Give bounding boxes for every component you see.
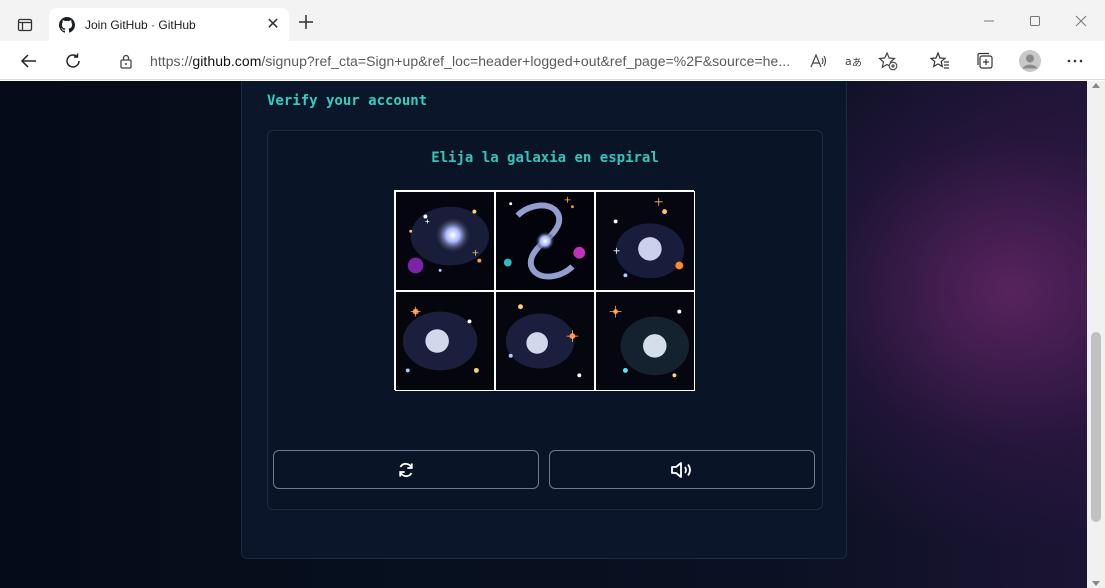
speaker-icon bbox=[671, 461, 691, 478]
refresh-icon bbox=[66, 53, 80, 68]
back-icon bbox=[20, 54, 36, 68]
galaxy-image bbox=[396, 292, 494, 390]
galaxy-image bbox=[396, 192, 494, 290]
close-window-button[interactable] bbox=[1058, 8, 1104, 34]
browser-toolbar: https://github.com/signup?ref_cta=Sign+u… bbox=[0, 41, 1105, 80]
galaxy-tile-4[interactable] bbox=[395, 291, 495, 391]
audio-challenge-button[interactable] bbox=[549, 450, 815, 489]
url-text[interactable]: https://github.com/signup?ref_cta=Sign+u… bbox=[150, 53, 800, 69]
close-icon bbox=[1075, 15, 1087, 27]
minimize-button[interactable] bbox=[966, 8, 1012, 34]
active-tab[interactable]: Join GitHub · GitHub ✕ bbox=[49, 8, 289, 41]
galaxy-tile-5[interactable] bbox=[495, 291, 595, 391]
galaxy-image bbox=[596, 192, 694, 290]
read-aloud-icon bbox=[810, 53, 827, 68]
galaxy-tile-6[interactable] bbox=[595, 291, 695, 391]
plus-icon bbox=[299, 15, 313, 29]
galaxy-image bbox=[496, 292, 594, 390]
url-prefix: https:// bbox=[150, 53, 193, 69]
scroll-down-arrow-icon[interactable] bbox=[1092, 581, 1100, 586]
refresh-challenge-button[interactable] bbox=[273, 450, 539, 489]
scroll-up-arrow-icon[interactable] bbox=[1092, 83, 1100, 88]
add-favorite-button[interactable] bbox=[877, 50, 899, 72]
tab-actions-icon bbox=[17, 18, 33, 32]
galaxy-image bbox=[596, 292, 694, 390]
favorites-icon bbox=[930, 51, 949, 69]
galaxy-tile-2[interactable] bbox=[495, 191, 595, 291]
back-button[interactable] bbox=[15, 47, 43, 75]
more-button[interactable] bbox=[1061, 47, 1089, 75]
reload-icon bbox=[399, 462, 413, 477]
spiral-galaxy-image bbox=[496, 192, 594, 290]
profile-button[interactable] bbox=[1016, 47, 1044, 75]
profile-icon bbox=[1019, 50, 1041, 72]
read-aloud-button[interactable] bbox=[807, 50, 829, 72]
page-scrollbar[interactable] bbox=[1087, 81, 1105, 588]
browser-tab-strip: Join GitHub · GitHub ✕ bbox=[0, 0, 1105, 41]
github-icon bbox=[59, 16, 75, 33]
reload-button[interactable] bbox=[59, 47, 87, 75]
add-favorite-icon bbox=[878, 51, 898, 71]
scroll-thumb[interactable] bbox=[1091, 332, 1101, 522]
collections-button[interactable] bbox=[971, 47, 999, 75]
close-tab-icon[interactable]: ✕ bbox=[265, 16, 281, 33]
translate-button[interactable]: a あ bbox=[842, 50, 864, 72]
svg-text:a: a bbox=[845, 55, 852, 68]
svg-text:あ: あ bbox=[852, 57, 862, 69]
page-heading: Verify your account bbox=[267, 93, 428, 109]
url-host: github.com bbox=[192, 53, 262, 69]
captcha-instruction: Elija la galaxia en espiral bbox=[431, 150, 659, 166]
maximize-icon bbox=[1030, 16, 1040, 26]
maximize-button[interactable] bbox=[1012, 8, 1058, 34]
address-bar[interactable]: https://github.com/signup?ref_cta=Sign+u… bbox=[101, 46, 912, 76]
minimize-icon bbox=[984, 20, 994, 22]
galaxy-tile-1[interactable] bbox=[395, 191, 495, 291]
captcha-image-grid bbox=[394, 190, 695, 391]
url-path: /signup?ref_cta=Sign+up&ref_loc=header+l… bbox=[261, 53, 791, 69]
galaxy-tile-3[interactable] bbox=[595, 191, 695, 291]
translate-icon: a あ bbox=[845, 55, 862, 69]
tab-title: Join GitHub · GitHub bbox=[85, 17, 196, 32]
more-icon bbox=[1067, 59, 1083, 63]
verification-card: Verify your account Elija la galaxia en … bbox=[241, 81, 847, 559]
lock-icon[interactable] bbox=[119, 53, 133, 69]
new-tab-button[interactable] bbox=[296, 12, 316, 32]
tab-actions-button[interactable] bbox=[10, 10, 40, 40]
page-content: Verify your account Elija la galaxia en … bbox=[0, 81, 1087, 588]
favorites-button[interactable] bbox=[926, 47, 954, 75]
captcha-panel: Elija la galaxia en espiral bbox=[267, 130, 823, 510]
collections-icon bbox=[977, 52, 993, 69]
